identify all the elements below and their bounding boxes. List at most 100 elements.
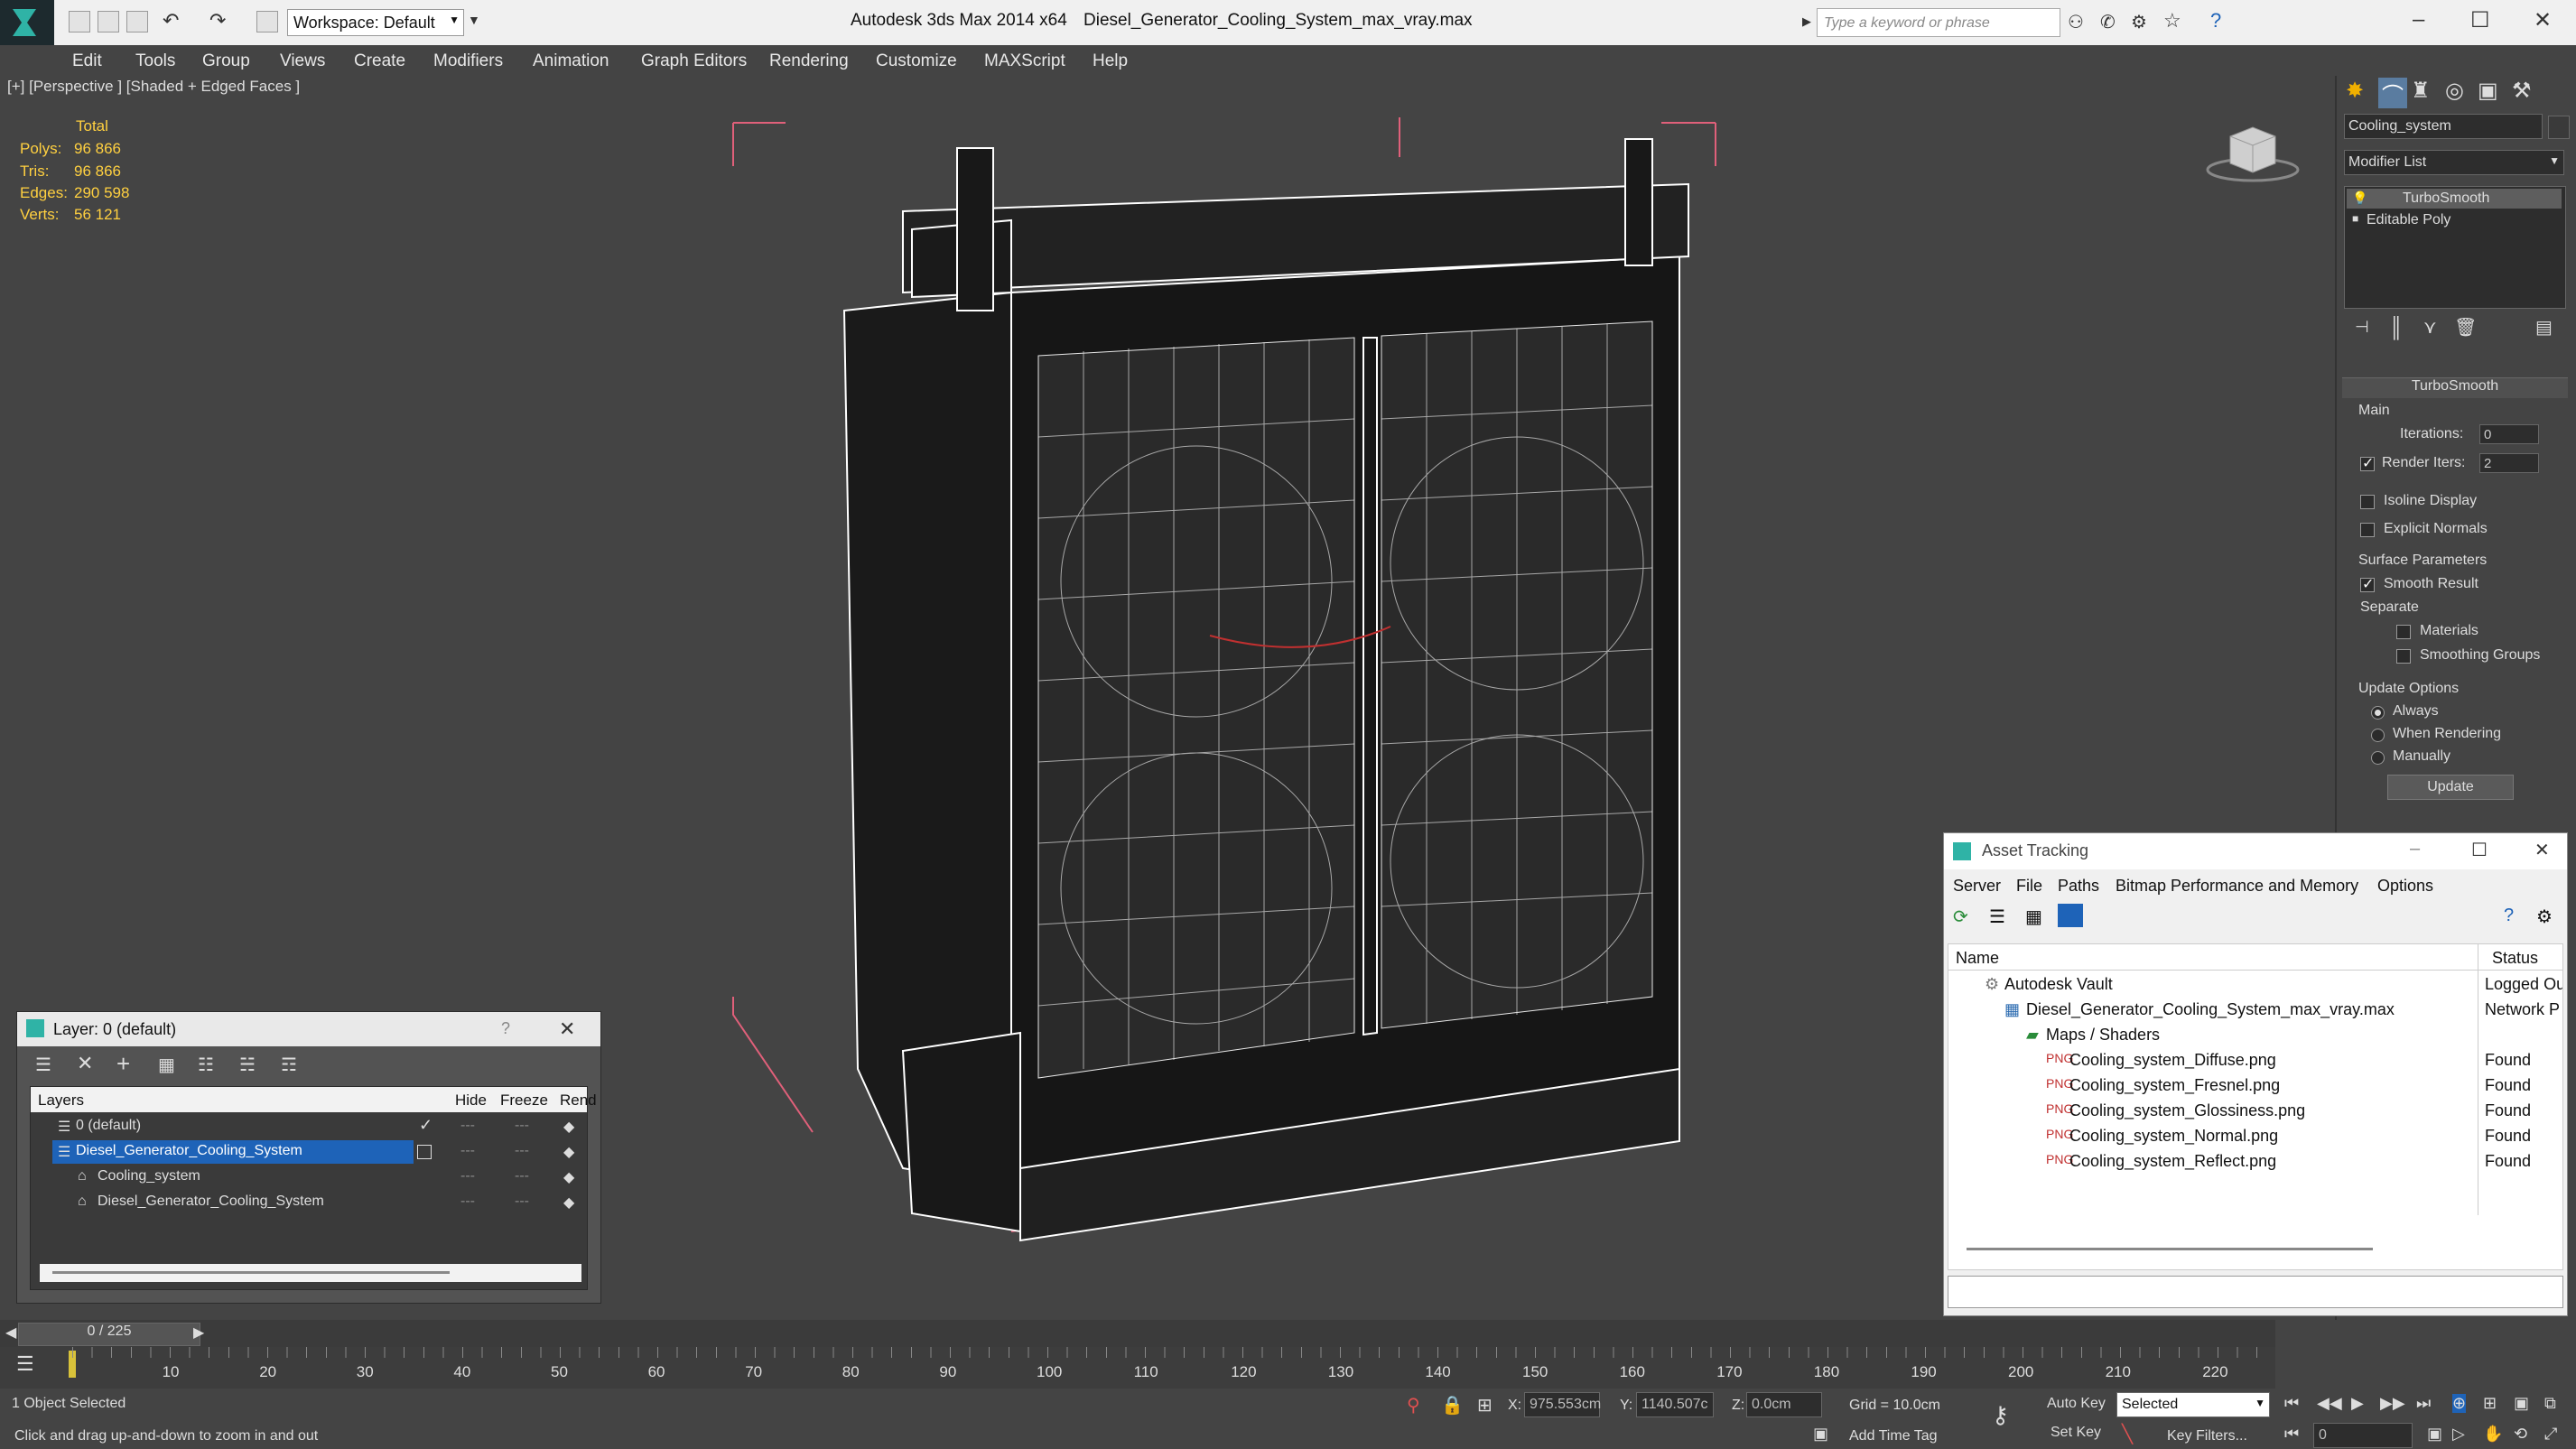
- configure-sets-icon[interactable]: ▤: [2535, 316, 2553, 339]
- orbit-icon[interactable]: ⟲: [2514, 1425, 2527, 1444]
- motion-tab-icon[interactable]: ◎: [2445, 78, 2464, 104]
- expand-icon[interactable]: ■: [2352, 212, 2358, 225]
- key-filters[interactable]: Key Filters...: [2167, 1428, 2247, 1444]
- zoom-extents-icon[interactable]: ▣: [2514, 1394, 2529, 1413]
- viewport-label[interactable]: [+] [Perspective ] [Shaded + Edged Faces…: [7, 78, 300, 96]
- mini-curve-editor-icon[interactable]: ☰: [16, 1352, 34, 1376]
- asset-menu-bitmap[interactable]: Bitmap Performance and Memory: [2116, 877, 2358, 896]
- always-radio[interactable]: [2371, 706, 2385, 720]
- menu-modifiers[interactable]: Modifiers: [433, 51, 503, 71]
- iterations-spinner[interactable]: 0: [2479, 424, 2539, 444]
- time-slider-thumb[interactable]: 0 / 225: [18, 1323, 200, 1346]
- grid-view-icon[interactable]: [2058, 904, 2083, 927]
- selected-set-dropdown[interactable]: Selected ▼: [2116, 1392, 2270, 1417]
- modifier-list-dropdown[interactable]: Modifier List ▼: [2344, 150, 2564, 175]
- menu-graph-editors[interactable]: Graph Editors: [641, 51, 747, 71]
- search-arrow-icon[interactable]: ▶: [1802, 14, 1811, 29]
- undo-icon[interactable]: ↶: [163, 9, 179, 33]
- zoom-extents-all-icon[interactable]: ⧉: [2544, 1394, 2556, 1413]
- workspace-dropdown[interactable]: Workspace: Default ▼: [287, 9, 464, 36]
- time-config-icon[interactable]: ▣: [2427, 1425, 2442, 1444]
- remove-modifier-icon[interactable]: 🗑: [2454, 316, 2477, 339]
- project-folder-icon[interactable]: [256, 11, 278, 33]
- smoothing-groups-checkbox[interactable]: [2396, 649, 2411, 664]
- object-name-field[interactable]: Cooling_system: [2344, 114, 2543, 139]
- menu-tools[interactable]: Tools: [135, 51, 175, 71]
- smooth-result-checkbox[interactable]: [2360, 575, 2375, 593]
- set-key-icon[interactable]: ╲: [2122, 1423, 2133, 1445]
- new-file-icon[interactable]: [69, 11, 90, 33]
- freeze-toggle[interactable]: ---: [515, 1168, 529, 1184]
- hide-all-icon[interactable]: ☵: [239, 1054, 256, 1076]
- menu-rendering[interactable]: Rendering: [769, 51, 849, 71]
- col-layers[interactable]: Layers: [38, 1091, 84, 1110]
- col-hide[interactable]: Hide: [455, 1091, 487, 1110]
- previous-frame-icon[interactable]: ◀◀: [2317, 1394, 2342, 1413]
- layer-window-titlebar[interactable]: Layer: 0 (default) ? ✕: [17, 1012, 600, 1046]
- scrollbar-thumb[interactable]: [52, 1271, 450, 1274]
- app-logo[interactable]: [0, 0, 54, 45]
- stack-item-turbosmooth[interactable]: 💡 TurboSmooth: [2347, 189, 2562, 209]
- hierarchy-tab-icon[interactable]: ♜: [2411, 78, 2431, 104]
- layer-row[interactable]: ⌂ Diesel_Generator_Cooling_System --- --…: [31, 1190, 587, 1215]
- horizontal-scrollbar[interactable]: [40, 1264, 581, 1282]
- star-icon[interactable]: ☆: [2163, 9, 2181, 33]
- display-tab-icon[interactable]: ▣: [2478, 78, 2498, 104]
- when-rendering-radio[interactable]: [2371, 729, 2385, 742]
- render-iters-checkbox[interactable]: [2360, 454, 2375, 472]
- slider-right-arrow-icon[interactable]: ▶: [193, 1324, 204, 1342]
- maximize-viewport-icon[interactable]: ⤢: [2544, 1425, 2557, 1444]
- manually-radio[interactable]: [2371, 751, 2385, 765]
- current-frame-field[interactable]: 0: [2313, 1423, 2413, 1448]
- close-icon[interactable]: ✕: [559, 1017, 575, 1041]
- auto-key-button[interactable]: Auto Key: [2042, 1392, 2115, 1417]
- key-mode-icon[interactable]: ⏮: [2284, 1425, 2299, 1444]
- add-to-layer-icon[interactable]: +: [116, 1050, 130, 1078]
- communication-icon[interactable]: ✆: [2100, 11, 2116, 33]
- col-status[interactable]: Status: [2492, 949, 2538, 968]
- redo-icon[interactable]: ↷: [209, 9, 226, 33]
- freeze-toggle[interactable]: ---: [515, 1194, 529, 1210]
- track-bar[interactable]: ☰ 10 20 30 40 50 60 70 80 90 100 110 120 130 140 150 16…: [0, 1347, 2275, 1389]
- layer-row[interactable]: ☰ 0 (default) ✓ --- --- ◆: [31, 1114, 587, 1139]
- refresh-icon[interactable]: ⟳: [1953, 906, 1968, 928]
- render-iters-spinner[interactable]: 2: [2479, 453, 2539, 473]
- lightbulb-icon[interactable]: 💡: [2352, 190, 2367, 206]
- pan-icon[interactable]: ✋: [2483, 1425, 2503, 1444]
- select-objects-icon[interactable]: ▦: [158, 1054, 175, 1076]
- render-toggle-icon[interactable]: ◆: [563, 1194, 574, 1212]
- time-slider[interactable]: ◀ 0 / 225 ▶: [0, 1320, 2275, 1347]
- layer-row-selected[interactable]: ☰ Diesel_Generator_Cooling_System --- --…: [31, 1139, 587, 1165]
- set-key-button[interactable]: Set Key: [2046, 1421, 2118, 1446]
- asset-menu-file[interactable]: File: [2016, 877, 2042, 896]
- viewcube-icon[interactable]: [2203, 123, 2302, 186]
- asset-menu-options[interactable]: Options: [2377, 877, 2433, 896]
- y-coordinate-field[interactable]: 1140.507c: [1636, 1392, 1714, 1417]
- freeze-toggle[interactable]: ---: [515, 1143, 529, 1159]
- highlight-layer-icon[interactable]: ☷: [198, 1054, 214, 1076]
- binoculars-icon[interactable]: ⚇: [2068, 11, 2084, 33]
- x-coordinate-field[interactable]: 975.553cm: [1524, 1392, 1601, 1417]
- asset-window-titlebar[interactable]: Asset Tracking – ☐ ✕: [1944, 833, 2567, 869]
- zoom-icon[interactable]: ⊕: [2452, 1394, 2467, 1413]
- open-file-icon[interactable]: [98, 11, 119, 33]
- menu-group[interactable]: Group: [202, 51, 250, 71]
- help-icon[interactable]: ?: [2504, 906, 2514, 926]
- hide-toggle[interactable]: ---: [460, 1194, 475, 1210]
- add-time-tag[interactable]: Add Time Tag: [1849, 1428, 1938, 1444]
- search-input[interactable]: Type a keyword or phrase: [1817, 8, 2060, 37]
- menu-create[interactable]: Create: [354, 51, 405, 71]
- maximize-icon[interactable]: ☐: [2471, 839, 2488, 861]
- next-frame-icon[interactable]: ▶▶: [2380, 1394, 2405, 1413]
- goto-start-icon[interactable]: ⏮: [2284, 1394, 2299, 1413]
- menu-maxscript[interactable]: MAXScript: [984, 51, 1065, 71]
- list-view-icon[interactable]: ☰: [1989, 906, 2005, 928]
- show-end-result-icon[interactable]: ║: [2389, 316, 2404, 339]
- menu-animation[interactable]: Animation: [533, 51, 609, 71]
- delete-layer-icon[interactable]: ✕: [77, 1052, 93, 1075]
- help-icon[interactable]: ?: [501, 1019, 510, 1038]
- workspace-dropdown-arrow-icon[interactable]: ▼: [468, 13, 480, 27]
- col-name[interactable]: Name: [1956, 949, 1999, 968]
- table-view-icon[interactable]: ▦: [2025, 906, 2042, 928]
- hide-toggle[interactable]: ---: [460, 1118, 475, 1134]
